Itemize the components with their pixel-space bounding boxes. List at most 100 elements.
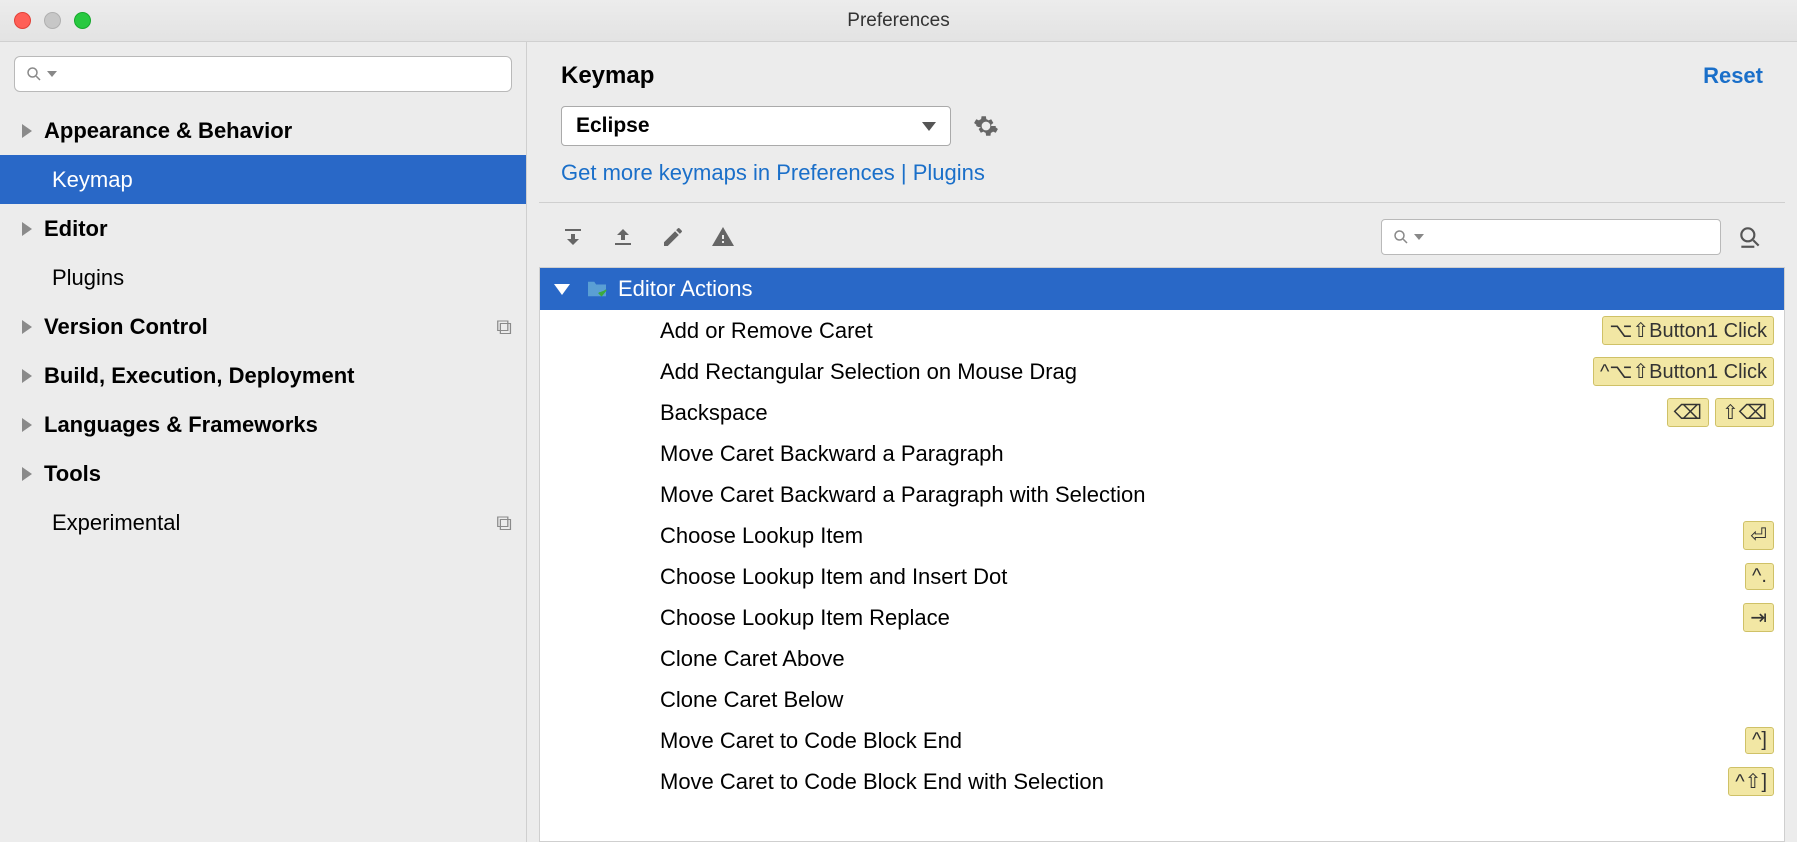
page-title: Keymap (561, 62, 654, 90)
scope-icon: ⧉ (496, 314, 512, 340)
action-label: Add or Remove Caret (660, 318, 1596, 344)
reset-link[interactable]: Reset (1703, 63, 1763, 89)
sidebar-item-build-execution-deployment[interactable]: Build, Execution, Deployment (0, 351, 526, 400)
action-label: Move Caret Backward a Paragraph (660, 441, 1774, 467)
action-row[interactable]: Clone Caret Below (540, 679, 1784, 720)
action-list: Add or Remove Caret⌥⇧Button1 ClickAdd Re… (540, 310, 1784, 802)
action-label: Clone Caret Below (660, 687, 1774, 713)
shortcut-badge: ⏎ (1743, 521, 1774, 550)
action-row[interactable]: Move Caret to Code Block End with Select… (540, 761, 1784, 802)
action-row[interactable]: Add Rectangular Selection on Mouse Drag^… (540, 351, 1784, 392)
action-label: Choose Lookup Item (660, 523, 1737, 549)
keymap-selector-row: Eclipse (527, 98, 1797, 154)
chevron-right-icon (22, 369, 32, 383)
action-row[interactable]: Move Caret Backward a Paragraph (540, 433, 1784, 474)
action-label: Choose Lookup Item Replace (660, 605, 1737, 631)
window-minimize[interactable] (44, 12, 61, 29)
action-row[interactable]: Move Caret Backward a Paragraph with Sel… (540, 474, 1784, 515)
keymap-dropdown-value: Eclipse (576, 114, 650, 138)
chevron-right-icon (22, 222, 32, 236)
action-label: Move Caret to Code Block End with Select… (660, 769, 1722, 795)
sidebar-item-label: Appearance & Behavior (44, 118, 512, 144)
sidebar-item-label: Plugins (52, 265, 512, 291)
shortcut-badge: ^. (1745, 563, 1774, 590)
search-icon (25, 65, 43, 83)
actions-panel: Editor Actions Add or Remove Caret⌥⇧Butt… (539, 267, 1785, 842)
actions-toolbar (527, 203, 1797, 267)
sidebar-item-appearance-behavior[interactable]: Appearance & Behavior (0, 106, 526, 155)
group-editor-actions[interactable]: Editor Actions (540, 268, 1784, 310)
action-row[interactable]: Add or Remove Caret⌥⇧Button1 Click (540, 310, 1784, 351)
main-header: Keymap Reset (527, 42, 1797, 98)
toolbar-buttons (561, 225, 735, 249)
window-title: Preferences (847, 10, 949, 32)
search-icon (1392, 228, 1410, 246)
action-label: Move Caret to Code Block End (660, 728, 1739, 754)
shortcut-badge: ⇧⌫ (1715, 398, 1774, 427)
action-row[interactable]: Backspace⌫⇧⌫ (540, 392, 1784, 433)
sidebar-item-label: Build, Execution, Deployment (44, 363, 512, 389)
titlebar: Preferences (0, 0, 1797, 42)
scope-icon: ⧉ (496, 510, 512, 536)
sidebar-item-plugins[interactable]: Plugins (0, 253, 526, 302)
sidebar-item-label: Languages & Frameworks (44, 412, 512, 438)
action-label: Move Caret Backward a Paragraph with Sel… (660, 482, 1774, 508)
chevron-down-icon (554, 284, 570, 295)
action-label: Choose Lookup Item and Insert Dot (660, 564, 1739, 590)
warning-icon[interactable] (711, 225, 735, 249)
preferences-window: Preferences Appearance & Behavior Keymap E… (0, 0, 1797, 842)
sidebar-item-keymap[interactable]: Keymap (0, 155, 526, 204)
action-row[interactable]: Clone Caret Above (540, 638, 1784, 679)
actions-search-input[interactable] (1430, 228, 1710, 246)
shortcut-badge: ⇥ (1743, 603, 1774, 632)
sidebar-item-tools[interactable]: Tools (0, 449, 526, 498)
group-label: Editor Actions (618, 276, 753, 302)
collapse-all-button[interactable] (611, 225, 635, 249)
sidebar-item-label: Editor (44, 216, 512, 242)
shortcut-badge: ^] (1745, 727, 1774, 754)
sidebar-item-version-control[interactable]: Version Control⧉ (0, 302, 526, 351)
action-row[interactable]: Choose Lookup Item and Insert Dot^. (540, 556, 1784, 597)
sidebar-item-label: Keymap (52, 167, 512, 193)
action-row[interactable]: Move Caret to Code Block End^] (540, 720, 1784, 761)
traffic-lights (0, 12, 91, 29)
keymap-dropdown[interactable]: Eclipse (561, 106, 951, 146)
action-label: Backspace (660, 400, 1661, 426)
folder-icon (586, 280, 608, 298)
sidebar-item-label: Experimental (52, 510, 496, 536)
chevron-right-icon (22, 320, 32, 334)
action-row[interactable]: Choose Lookup Item⏎ (540, 515, 1784, 556)
edit-shortcut-button[interactable] (661, 225, 685, 249)
chevron-down-icon (922, 122, 936, 131)
sidebar-item-label: Tools (44, 461, 512, 487)
sidebar-item-experimental[interactable]: Experimental⧉ (0, 498, 526, 547)
sidebar-item-label: Version Control (44, 314, 496, 340)
sidebar-item-editor[interactable]: Editor (0, 204, 526, 253)
main-panel: Keymap Reset Eclipse Get more keymaps in… (527, 42, 1797, 842)
shortcut-badge: ^⌥⇧Button1 Click (1593, 357, 1774, 386)
sidebar-search-wrapper (0, 42, 526, 106)
window-close[interactable] (14, 12, 31, 29)
window-maximize[interactable] (74, 12, 91, 29)
sidebar-search[interactable] (14, 56, 512, 92)
shortcut-badge: ⌥⇧Button1 Click (1602, 316, 1774, 345)
gear-icon[interactable] (973, 113, 999, 139)
action-row[interactable]: Choose Lookup Item Replace⇥ (540, 597, 1784, 638)
plugins-hint-link[interactable]: Get more keymaps in Preferences | Plugin… (527, 154, 1797, 202)
sidebar-search-input[interactable] (63, 65, 501, 83)
find-by-shortcut-button[interactable] (1737, 224, 1763, 250)
sidebar: Appearance & Behavior Keymap Editor Plugins… (0, 42, 527, 842)
sidebar-item-languages-frameworks[interactable]: Languages & Frameworks (0, 400, 526, 449)
search-options-caret[interactable] (47, 71, 57, 77)
window-body: Appearance & Behavior Keymap Editor Plugins… (0, 42, 1797, 842)
chevron-right-icon (22, 467, 32, 481)
chevron-right-icon (22, 418, 32, 432)
action-label: Add Rectangular Selection on Mouse Drag (660, 359, 1587, 385)
sidebar-tree: Appearance & Behavior Keymap Editor Plugins… (0, 106, 526, 547)
action-label: Clone Caret Above (660, 646, 1774, 672)
search-options-caret[interactable] (1414, 234, 1424, 240)
chevron-right-icon (22, 124, 32, 138)
shortcut-badge: ^⇧] (1728, 767, 1774, 796)
expand-all-button[interactable] (561, 225, 585, 249)
actions-search[interactable] (1381, 219, 1721, 255)
